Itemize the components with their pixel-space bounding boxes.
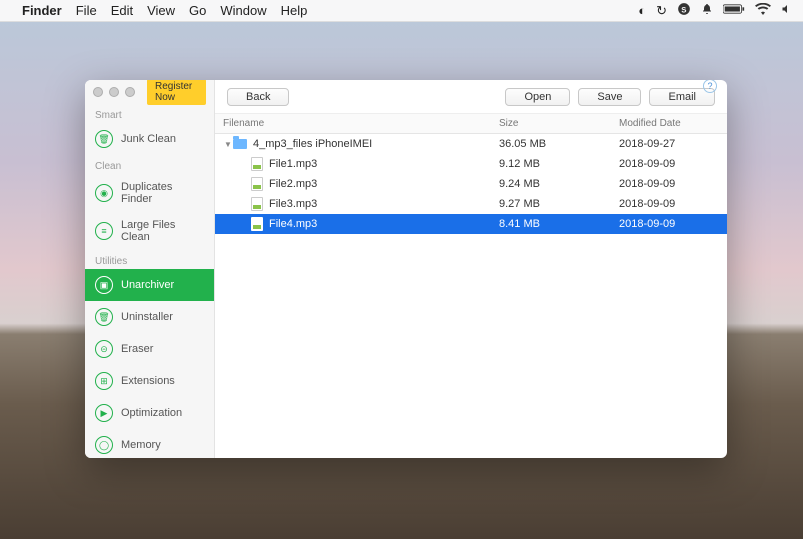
minimize-button[interactable]: [109, 87, 119, 97]
extensions-icon: ⊞: [95, 372, 113, 390]
wifi-icon[interactable]: [755, 3, 771, 18]
sidebar: Register Now Smart 🗑 Junk Clean Clean ◉ …: [85, 80, 215, 458]
save-button[interactable]: Save: [578, 88, 641, 106]
large-files-icon: ≡: [95, 222, 113, 240]
skype-icon[interactable]: [677, 2, 691, 19]
sidebar-item-label: Optimization: [121, 407, 182, 419]
sidebar-item-unarchiver[interactable]: ▣ Unarchiver: [85, 269, 214, 301]
menu-edit[interactable]: Edit: [111, 3, 133, 18]
sidebar-item-label: Large Files Clean: [121, 219, 204, 243]
sidebar-item-extensions[interactable]: ⊞ Extensions: [85, 365, 214, 397]
section-clean: Clean: [85, 155, 214, 174]
file-date: 2018-09-09: [619, 218, 719, 230]
back-button[interactable]: Back: [227, 88, 289, 106]
register-now-button[interactable]: Register Now: [147, 80, 206, 105]
sidebar-item-label: Junk Clean: [121, 133, 176, 145]
file-size: 9.24 MB: [499, 178, 619, 190]
file-size: 9.27 MB: [499, 198, 619, 210]
file-name: File3.mp3: [269, 198, 317, 210]
sidebar-item-optimization[interactable]: ▶ Optimization: [85, 397, 214, 429]
file-date: 2018-09-27: [619, 138, 719, 150]
section-smart: Smart: [85, 104, 214, 123]
zoom-button[interactable]: [125, 87, 135, 97]
mp3-file-icon: [251, 217, 263, 231]
close-button[interactable]: [93, 87, 103, 97]
file-size: 8.41 MB: [499, 218, 619, 230]
traffic-lights: [93, 87, 135, 97]
window-titlebar: Register Now: [85, 80, 214, 104]
sidebar-item-duplicates-finder[interactable]: ◉ Duplicates Finder: [85, 174, 214, 212]
sidebar-item-label: Eraser: [121, 343, 153, 355]
menu-help[interactable]: Help: [281, 3, 308, 18]
sidebar-item-junk-clean[interactable]: 🗑 Junk Clean: [85, 123, 214, 155]
sidebar-item-memory[interactable]: ◯ Memory: [85, 429, 214, 458]
open-button[interactable]: Open: [505, 88, 570, 106]
eraser-icon: ⊝: [95, 340, 113, 358]
header-filename[interactable]: Filename: [223, 118, 499, 129]
table-row[interactable]: File1.mp3 9.12 MB 2018-09-09: [215, 154, 727, 174]
mp3-file-icon: [251, 177, 263, 191]
trash-icon: 🗑: [95, 130, 113, 148]
sidebar-item-label: Memory: [121, 439, 161, 451]
sidebar-item-eraser[interactable]: ⊝ Eraser: [85, 333, 214, 365]
volume-icon[interactable]: [781, 3, 793, 18]
header-size[interactable]: Size: [499, 118, 619, 129]
file-date: 2018-09-09: [619, 158, 719, 170]
sidebar-item-large-files[interactable]: ≡ Large Files Clean: [85, 212, 214, 250]
table-row[interactable]: File4.mp3 8.41 MB 2018-09-09: [215, 214, 727, 234]
table-row[interactable]: File2.mp3 9.24 MB 2018-09-09: [215, 174, 727, 194]
menu-go[interactable]: Go: [189, 3, 206, 18]
duplicates-icon: ◉: [95, 184, 113, 202]
app-name[interactable]: Finder: [22, 3, 62, 18]
file-name: 4_mp3_files iPhoneIMEI: [253, 138, 372, 150]
file-date: 2018-09-09: [619, 198, 719, 210]
table-row[interactable]: File3.mp3 9.27 MB 2018-09-09: [215, 194, 727, 214]
file-name: File2.mp3: [269, 178, 317, 190]
uninstaller-icon: 🗑: [95, 308, 113, 326]
main-pane: ? Back Open Save Email Filename Size Mod…: [215, 80, 727, 458]
menu-view[interactable]: View: [147, 3, 175, 18]
header-date[interactable]: Modified Date: [619, 118, 719, 129]
unarchiver-icon: ▣: [95, 276, 113, 294]
file-date: 2018-09-09: [619, 178, 719, 190]
sidebar-item-uninstaller[interactable]: 🗑 Uninstaller: [85, 301, 214, 333]
folder-icon: [233, 139, 247, 149]
macos-menubar: Finder File Edit View Go Window Help ◐ ↻: [0, 0, 803, 22]
file-size: 9.12 MB: [499, 158, 619, 170]
status-icon[interactable]: ◐: [638, 3, 646, 18]
file-size: 36.05 MB: [499, 138, 619, 150]
sidebar-item-label: Extensions: [121, 375, 175, 387]
mp3-file-icon: [251, 197, 263, 211]
battery-icon[interactable]: [723, 3, 745, 18]
optimization-icon: ▶: [95, 404, 113, 422]
sidebar-item-label: Unarchiver: [121, 279, 174, 291]
menubar-right: ◐ ↻: [638, 2, 793, 19]
section-utilities: Utilities: [85, 250, 214, 269]
menu-window[interactable]: Window: [220, 3, 266, 18]
toolbar: ? Back Open Save Email: [215, 80, 727, 114]
sidebar-item-label: Uninstaller: [121, 311, 173, 323]
menu-file[interactable]: File: [76, 3, 97, 18]
mp3-file-icon: [251, 157, 263, 171]
disclosure-triangle-icon[interactable]: ▼: [223, 140, 233, 149]
notification-icon[interactable]: [701, 2, 713, 19]
column-headers: Filename Size Modified Date: [215, 114, 727, 134]
app-window: Register Now Smart 🗑 Junk Clean Clean ◉ …: [85, 80, 727, 458]
file-name: File1.mp3: [269, 158, 317, 170]
memory-icon: ◯: [95, 436, 113, 454]
file-name: File4.mp3: [269, 218, 317, 230]
status-icon[interactable]: ↻: [656, 3, 667, 19]
sidebar-item-label: Duplicates Finder: [121, 181, 204, 205]
file-list: ▼ 4_mp3_files iPhoneIMEI 36.05 MB 2018-0…: [215, 134, 727, 458]
table-row[interactable]: ▼ 4_mp3_files iPhoneIMEI 36.05 MB 2018-0…: [215, 134, 727, 154]
